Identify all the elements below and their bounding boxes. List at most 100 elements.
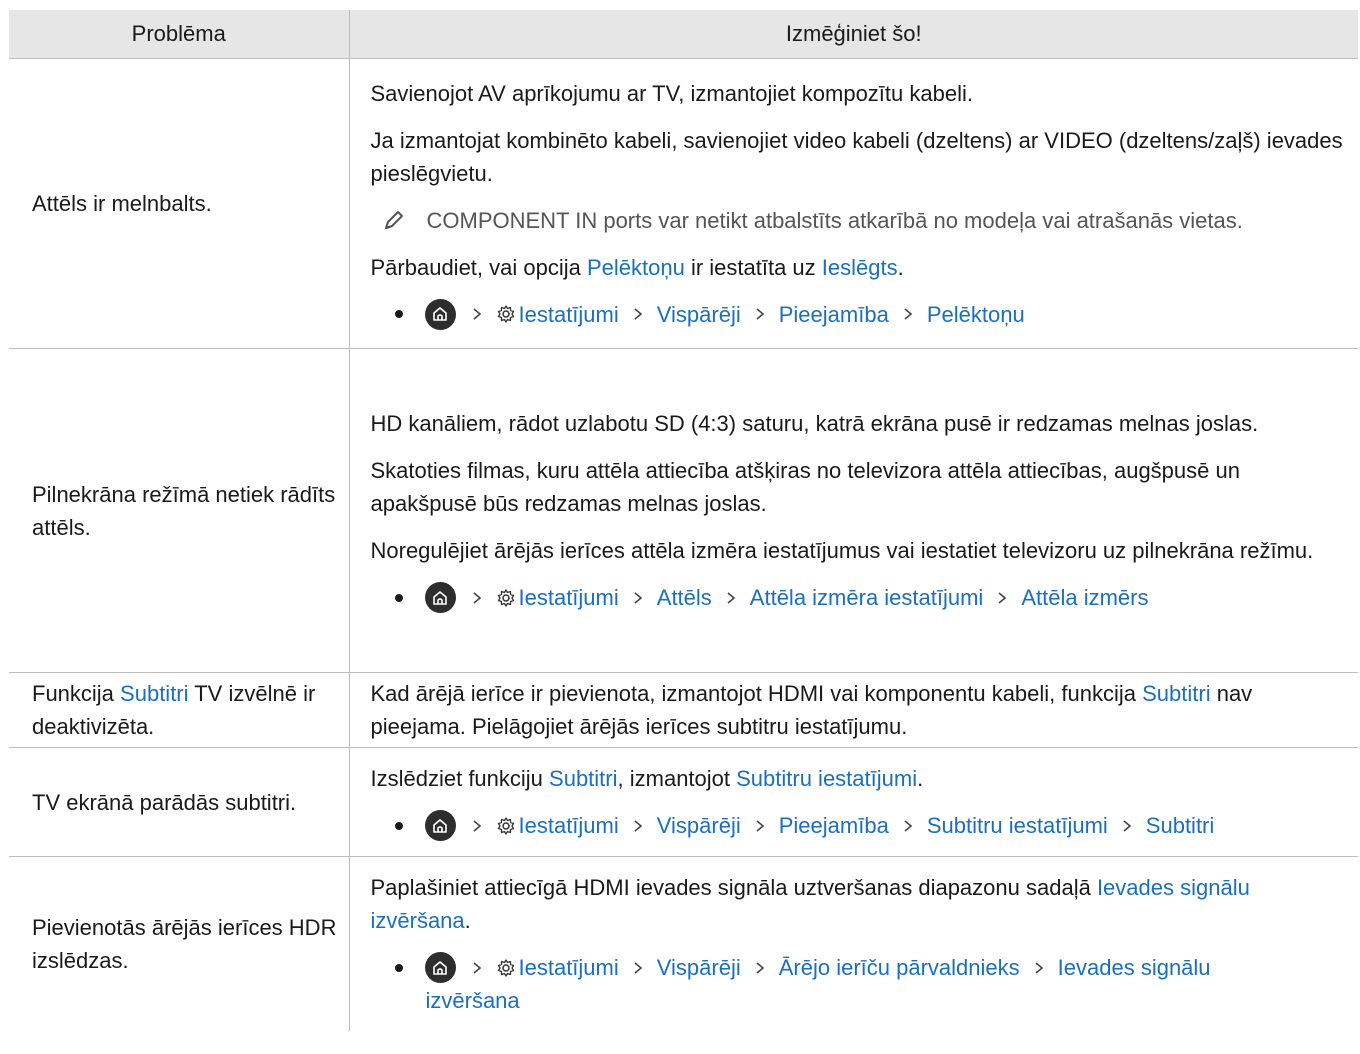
page: Problēma Izmēģiniet šo! Attēls ir melnba… <box>0 0 1360 1054</box>
chevron-right-icon <box>901 306 915 322</box>
bullet <box>394 821 403 830</box>
home-icon[interactable] <box>424 952 456 983</box>
solution-text: Pārbaudiet, vai opcija Pelēktoņu ir iest… <box>371 251 1351 284</box>
text-span: Funkcija <box>32 681 121 706</box>
text-span: Paplašiniet attiecīgā HDMI ievades signā… <box>370 875 1097 900</box>
problem-cell: Pievienotās ārējās ierīces HDR izslēdzas… <box>9 856 350 1031</box>
chevron-right-icon <box>1120 818 1134 834</box>
chevron-right-icon <box>995 590 1009 606</box>
chevron-right-icon <box>901 818 915 834</box>
menu-path-continuation: izvēršana <box>371 984 1351 1017</box>
chevron-right-icon <box>470 590 484 606</box>
menu-item-input-signal-plus[interactable]: Ievades signālu <box>1058 951 1211 984</box>
menu-item-picture-size[interactable]: Attēla izmērs <box>1021 581 1148 614</box>
text-span: . <box>464 908 471 933</box>
chevron-right-icon <box>724 590 738 606</box>
table-row: Attēls ir melnbalts. Savienojot AV aprīk… <box>9 58 1358 349</box>
menu-item-picture-size-settings[interactable]: Attēla izmēra iestatījumi <box>750 581 984 614</box>
solution-text: HD kanāliem, rādot uzlabotu SD (4:3) sat… <box>370 411 1259 436</box>
table-header-row: Problēma Izmēģiniet šo! <box>9 10 1358 59</box>
menu-item-accessibility[interactable]: Pieejamība <box>779 809 889 842</box>
link-subtitles[interactable]: Subtitri <box>1142 681 1210 706</box>
solution-text: Savienojot AV aprīkojumu ar TV, izmantoj… <box>370 80 973 106</box>
menu-item-accessibility[interactable]: Pieejamība <box>779 298 889 331</box>
chevron-right-icon <box>470 960 484 976</box>
text-span: ir iestatīta uz <box>684 254 822 280</box>
chevron-right-icon <box>1032 960 1046 976</box>
chevron-right-icon <box>631 306 645 322</box>
menu-item-general[interactable]: Vispārēji <box>657 298 741 331</box>
header-solution: Izmēģiniet šo! <box>349 10 1358 59</box>
troubleshooting-table: Problēma Izmēģiniet šo! Attēls ir melnba… <box>9 10 1358 1031</box>
problem-cell: Attēls ir melnbalts. <box>9 58 350 349</box>
pencil-icon <box>383 209 405 231</box>
menu-item-general[interactable]: Vispārēji <box>657 951 741 984</box>
home-icon[interactable] <box>424 298 456 330</box>
problem-cell: Funkcija Subtitri TV izvēlnē ir deaktivi… <box>9 672 350 748</box>
text-span: Kad ārējā ierīce ir pievienota, izmantoj… <box>370 681 1143 706</box>
solution-text: Izslēdziet funkciju Subtitri, izmantojot… <box>371 762 1351 795</box>
menu-item-general[interactable]: Vispārēji <box>657 809 741 842</box>
gear-icon <box>496 304 516 324</box>
menu-item-external-device-manager[interactable]: Ārējo ierīču pārvaldnieks <box>779 951 1020 984</box>
solution-cell: Izslēdziet funkciju Subtitri, izmantojot… <box>349 747 1358 857</box>
chevron-right-icon <box>753 960 767 976</box>
menu-item-subtitles[interactable]: Subtitri <box>1146 809 1214 842</box>
gear-icon <box>496 958 516 978</box>
chevron-right-icon <box>753 818 767 834</box>
menu-item-settings[interactable]: Iestatījumi <box>519 298 619 331</box>
solution-text: Paplašiniet attiecīgā HDMI ievades signā… <box>371 871 1351 937</box>
note-line: COMPONENT IN ports var netikt atbalstīts… <box>371 204 1351 237</box>
link-grayscale[interactable]: Pelēktoņu <box>587 255 685 280</box>
header-problem: Problēma <box>9 10 350 59</box>
link-subtitles[interactable]: Subtitri <box>120 681 188 706</box>
text-span: . <box>897 254 904 280</box>
menu-item-settings[interactable]: Iestatījumi <box>519 809 619 842</box>
table-row: Funkcija Subtitri TV izvēlnē ir deaktivi… <box>9 672 1358 748</box>
gear-icon <box>496 588 516 608</box>
problem-cell: TV ekrānā parādās subtitri. <box>9 747 350 857</box>
menu-item-grayscale[interactable]: Pelēktoņu <box>927 298 1025 331</box>
link-subtitle-settings[interactable]: Subtitru iestatījumi <box>736 766 917 791</box>
menu-item-settings[interactable]: Iestatījumi <box>519 951 619 984</box>
home-icon[interactable] <box>424 810 456 841</box>
menu-path: Iestatījumi Vispārēji Pieejamība Pelēkto… <box>371 298 1351 331</box>
menu-item-input-signal-plus-wrap[interactable]: izvēršana <box>426 988 520 1013</box>
menu-item-picture[interactable]: Attēls <box>657 581 712 614</box>
text-span: . <box>917 766 924 791</box>
menu-path: Iestatījumi Vispārēji Ārējo ierīču pārva… <box>371 951 1351 984</box>
chevron-right-icon <box>631 590 645 606</box>
chevron-right-icon <box>753 306 767 322</box>
chevron-right-icon <box>470 306 484 322</box>
problem-cell: Pilnekrāna režīmā netiek rādīts attēls. <box>9 348 350 673</box>
home-icon[interactable] <box>424 582 456 613</box>
text-span: , izmantojot <box>617 766 737 791</box>
solution-text: Ja izmantojat kombinēto kabeli, savienoj… <box>370 127 1343 186</box>
menu-item-settings[interactable]: Iestatījumi <box>519 581 619 614</box>
solution-text: Kad ārējā ierīce ir pievienota, izmantoj… <box>371 677 1351 743</box>
text-span: Pārbaudiet, vai opcija <box>370 254 587 280</box>
note-text: COMPONENT IN ports var netikt atbalstīts… <box>426 207 1243 233</box>
table-row: TV ekrānā parādās subtitri. Izslēdziet f… <box>9 747 1358 857</box>
bullet <box>394 593 403 602</box>
bullet <box>394 310 403 318</box>
solution-cell: HD kanāliem, rādot uzlabotu SD (4:3) sat… <box>349 348 1358 673</box>
table-row: Pilnekrāna režīmā netiek rādīts attēls. … <box>9 348 1358 673</box>
link-on[interactable]: Ieslēgts <box>822 255 898 280</box>
solution-text: Noregulējiet ārējās ierīces attēla izmēr… <box>370 538 1314 563</box>
solution-cell: Paplašiniet attiecīgā HDMI ievades signā… <box>349 856 1358 1031</box>
gear-icon <box>496 816 516 836</box>
chevron-right-icon <box>470 818 484 834</box>
link-subtitles[interactable]: Subtitri <box>549 766 617 791</box>
text-span: Izslēdziet funkciju <box>370 766 550 791</box>
solution-cell: Kad ārējā ierīce ir pievienota, izmantoj… <box>349 672 1358 748</box>
chevron-right-icon <box>631 960 645 976</box>
menu-path: Iestatījumi Vispārēji Pieejamība Subtitr… <box>371 809 1351 842</box>
chevron-right-icon <box>631 818 645 834</box>
solution-text: Skatoties filmas, kuru attēla attiecība … <box>370 458 1240 516</box>
menu-item-subtitle-settings[interactable]: Subtitru iestatījumi <box>927 809 1108 842</box>
bullet <box>394 963 403 972</box>
menu-path: Iestatījumi Attēls Attēla izmēra iestatī… <box>371 581 1351 614</box>
table-row: Pievienotās ārējās ierīces HDR izslēdzas… <box>9 856 1358 1031</box>
solution-cell: Savienojot AV aprīkojumu ar TV, izmantoj… <box>349 58 1358 349</box>
